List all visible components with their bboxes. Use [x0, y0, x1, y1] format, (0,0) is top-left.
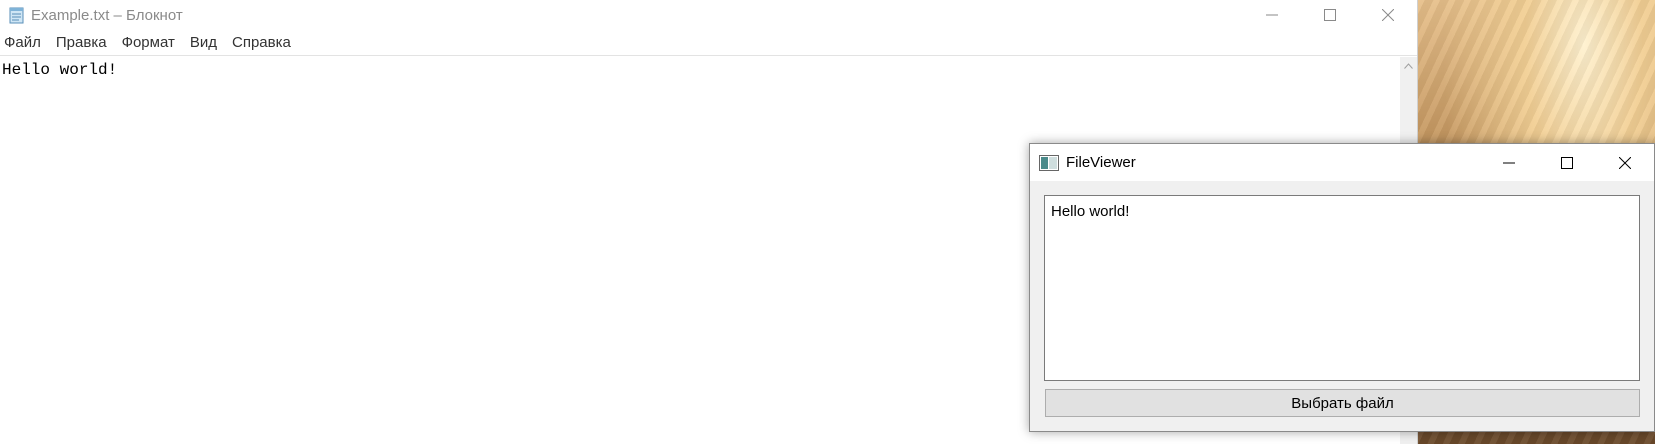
fileviewer-window: FileViewer Hello world! Выбрать файл — [1029, 143, 1655, 432]
notepad-close-button[interactable] — [1359, 0, 1417, 30]
menu-edit[interactable]: Правка — [56, 34, 107, 51]
menu-format[interactable]: Формат — [122, 34, 175, 51]
maximize-icon — [1324, 9, 1336, 21]
notepad-minimize-button[interactable] — [1243, 0, 1301, 30]
close-icon — [1619, 156, 1631, 169]
maximize-icon — [1561, 156, 1573, 169]
menu-help[interactable]: Справка — [232, 34, 291, 51]
notepad-maximize-button[interactable] — [1301, 0, 1359, 30]
minimize-icon — [1503, 162, 1515, 163]
fileviewer-text-area[interactable]: Hello world! — [1044, 195, 1640, 381]
menu-view[interactable]: Вид — [190, 34, 217, 51]
scroll-up-arrow-icon — [1404, 62, 1413, 69]
close-icon — [1382, 9, 1394, 21]
notepad-titlebar[interactable]: Example.txt – Блокнот — [0, 0, 1417, 30]
notepad-icon — [7, 6, 25, 24]
window-app-icon — [1039, 154, 1059, 171]
fileviewer-titlebar[interactable]: FileViewer — [1030, 144, 1654, 181]
select-file-button[interactable]: Выбрать файл — [1045, 389, 1640, 417]
minimize-icon — [1266, 14, 1278, 16]
fileviewer-maximize-button[interactable] — [1538, 144, 1596, 181]
fileviewer-close-button[interactable] — [1596, 144, 1654, 181]
fileviewer-minimize-button[interactable] — [1480, 144, 1538, 181]
scroll-up-button[interactable] — [1400, 57, 1417, 74]
fileviewer-window-title: FileViewer — [1066, 154, 1136, 171]
notepad-menubar: Файл Правка Формат Вид Справка — [0, 30, 1417, 56]
notepad-window-title: Example.txt – Блокнот — [31, 6, 183, 24]
menu-file[interactable]: Файл — [4, 34, 41, 51]
